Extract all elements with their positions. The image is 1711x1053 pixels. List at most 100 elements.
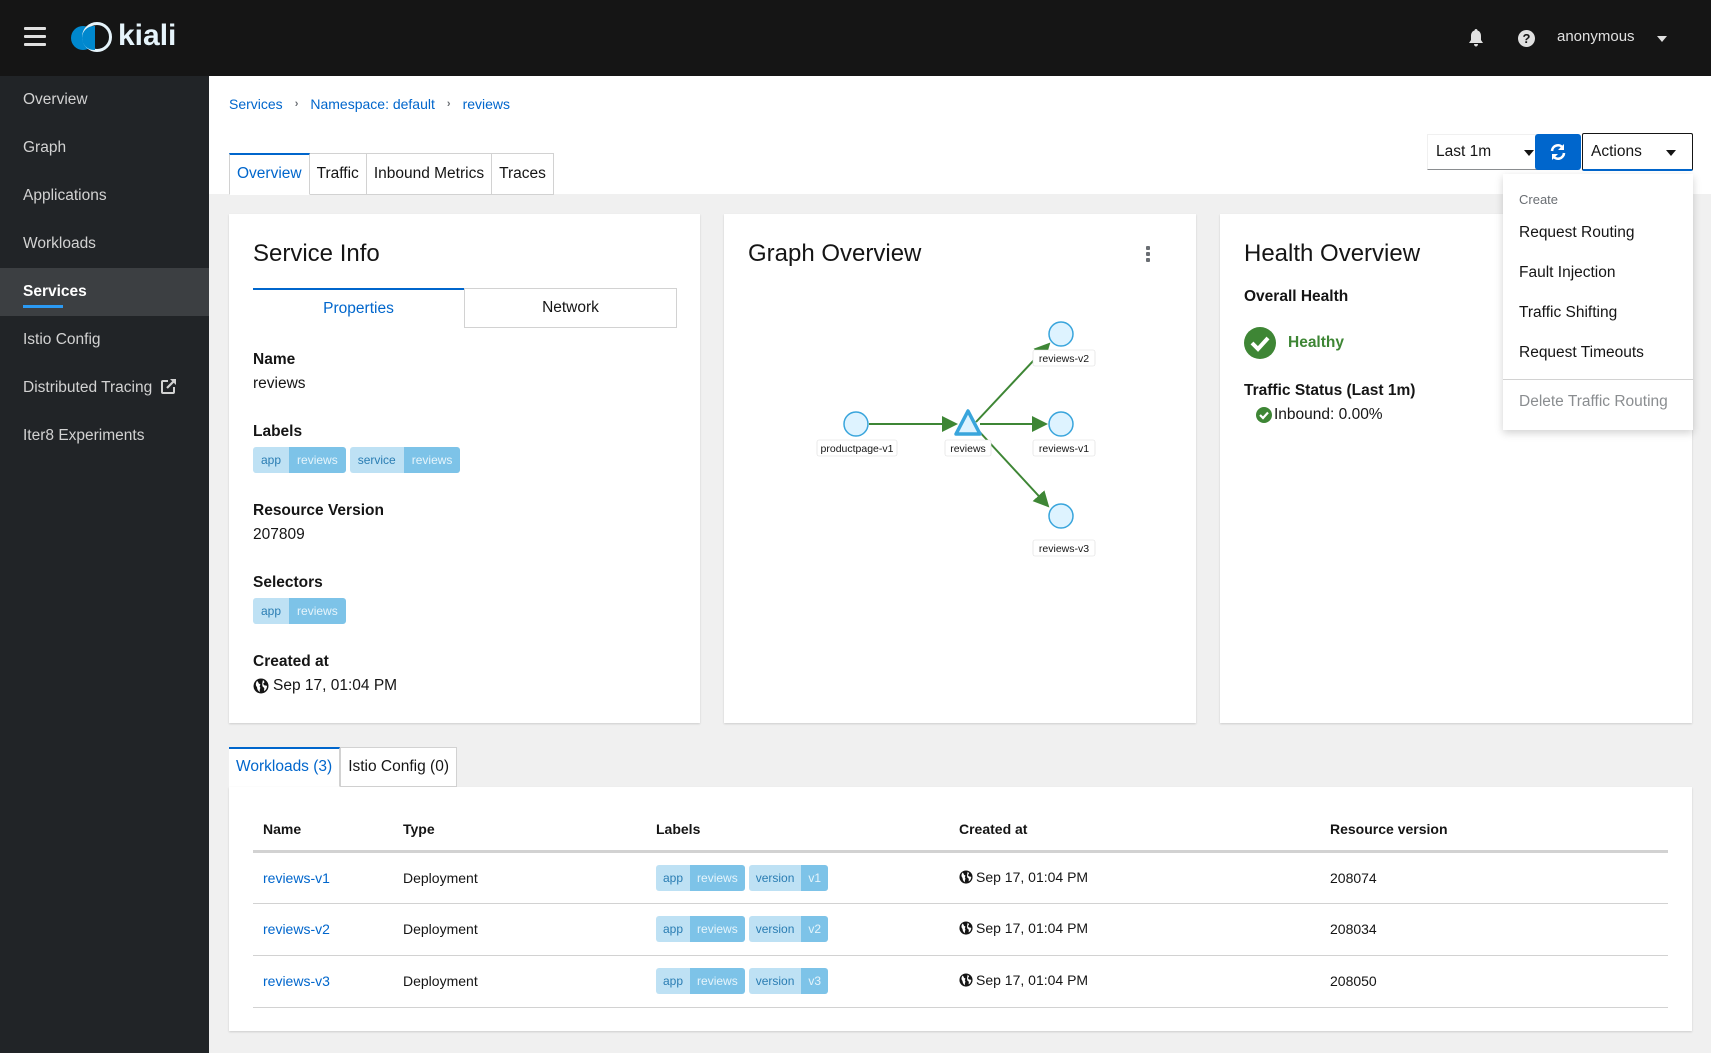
resource-version: 208074 — [1320, 851, 1668, 904]
column-header-name[interactable]: Name — [253, 809, 393, 853]
label-value: reviews — [289, 598, 346, 624]
label-value: v1 — [801, 864, 829, 891]
brand-name: kiali — [118, 19, 177, 52]
chevron-right-icon: › — [446, 98, 451, 110]
sidebar-item-iter8-experiments[interactable]: Iter8 Experiments — [0, 412, 209, 460]
breadcrumb-services[interactable]: Services — [229, 96, 283, 112]
service-graph[interactable]: productpage-v1 reviews reviews-v1 review… — [724, 274, 1196, 674]
table-row: reviews-v3 Deployment app reviews version v… — [253, 955, 1668, 1008]
field-label: Selectors — [253, 574, 323, 591]
sidebar-item-workloads[interactable]: Workloads — [0, 220, 209, 268]
label-key: app — [253, 447, 290, 473]
field-label: Name — [253, 351, 296, 368]
external-link-icon — [160, 377, 177, 394]
workload-type: Deployment — [393, 851, 646, 904]
sidebar-item-distributed-tracing[interactable]: Distributed Tracing — [0, 364, 209, 412]
label-key: app — [656, 864, 691, 891]
created-at: Sep 17, 01:04 PM — [976, 972, 1089, 988]
kebab-menu-icon[interactable] — [1144, 244, 1152, 264]
graph-node-reviews-v1[interactable] — [1048, 411, 1074, 437]
time-range-select[interactable]: Last 1m — [1427, 134, 1551, 170]
service-info-tabs: Properties Network — [253, 288, 677, 328]
sidebar: Overview Graph Applications Workloads Se… — [0, 76, 209, 1053]
label-badge: app reviews — [656, 968, 745, 994]
overall-health-label: Overall Health — [1244, 288, 1349, 305]
globe-icon — [253, 678, 269, 694]
menu-item-request-timeouts[interactable]: Request Timeouts — [1503, 333, 1693, 373]
caret-down-icon — [1666, 150, 1676, 156]
labels-field: Labels app reviews service reviews — [253, 423, 464, 473]
menu-item-request-routing[interactable]: Request Routing — [1503, 213, 1693, 253]
workload-link[interactable]: reviews-v2 — [263, 921, 330, 937]
graph-label-text: reviews-v3 — [1039, 543, 1089, 555]
tab-traffic[interactable]: Traffic — [309, 153, 367, 195]
menu-group-create: Create — [1519, 192, 1559, 207]
user-menu[interactable]: anonymous — [1557, 28, 1635, 45]
workload-type: Deployment — [393, 903, 646, 956]
field-value: Sep 17, 01:04 PM — [273, 677, 398, 694]
selectors-field: Selectors app reviews — [253, 574, 350, 624]
label-value: reviews — [690, 916, 745, 942]
breadcrumb-namespace[interactable]: Namespace: default — [310, 96, 435, 112]
workloads-table: Name Type Labels Created at Resource ver… — [253, 809, 1668, 1008]
tab-inbound-metrics[interactable]: Inbound Metrics — [366, 153, 493, 195]
resource-version: 208034 — [1320, 903, 1668, 956]
bottom-tabs: Workloads (3) Istio Config (0) — [229, 747, 457, 787]
label-value: reviews — [403, 447, 461, 473]
masthead: kiali ? anonymous — [0, 0, 1711, 76]
graph-node-reviews-service[interactable] — [954, 409, 982, 436]
sidebar-item-applications[interactable]: Applications — [0, 172, 209, 220]
sidebar-item-services[interactable]: Services — [0, 268, 209, 316]
card-title: Graph Overview — [748, 240, 922, 267]
sidebar-item-istio-config[interactable]: Istio Config — [0, 316, 209, 364]
tab-network[interactable]: Network — [464, 288, 677, 328]
tab-properties[interactable]: Properties — [253, 288, 464, 328]
label-badge: app reviews — [656, 864, 745, 891]
workload-link[interactable]: reviews-v1 — [263, 870, 330, 886]
menu-item-fault-injection[interactable]: Fault Injection — [1503, 253, 1693, 293]
column-header-created-at[interactable]: Created at — [949, 809, 1320, 853]
field-label: Created at — [253, 653, 329, 670]
menu-item-traffic-shifting[interactable]: Traffic Shifting — [1503, 293, 1693, 333]
workload-labels: app reviews version v2 — [646, 903, 949, 956]
graph-node-productpage-v1[interactable] — [843, 411, 869, 437]
tab-istio-config[interactable]: Istio Config (0) — [340, 747, 457, 787]
workload-link[interactable]: reviews-v3 — [263, 973, 330, 989]
label-key: version — [748, 864, 802, 891]
help-icon[interactable]: ? — [1518, 30, 1535, 47]
time-range-value: Last 1m — [1436, 143, 1492, 160]
column-header-type[interactable]: Type — [393, 809, 646, 853]
sidebar-item-graph[interactable]: Graph — [0, 124, 209, 172]
inbound-status: Inbound: 0.00% — [1256, 406, 1383, 424]
created-field: Created at Sep 17, 01:04 PM — [253, 653, 397, 695]
bell-icon[interactable] — [1468, 29, 1484, 47]
graph-node-reviews-v3[interactable] — [1048, 503, 1074, 529]
label-key: app — [656, 968, 691, 994]
table-header-row: Name Type Labels Created at Resource ver… — [253, 809, 1668, 853]
user-caret-icon[interactable] — [1657, 36, 1667, 42]
label-value: reviews — [690, 968, 745, 994]
graph-label: reviews-v1 — [1032, 439, 1096, 457]
name-field: Name reviews — [253, 351, 306, 393]
refresh-button[interactable] — [1535, 134, 1581, 170]
tab-overview[interactable]: Overview — [229, 153, 310, 195]
kiali-logo-icon — [70, 20, 116, 54]
column-header-labels[interactable]: Labels — [646, 809, 949, 853]
tab-traces[interactable]: Traces — [492, 153, 554, 195]
created-at: Sep 17, 01:04 PM — [976, 920, 1089, 936]
graph-node-reviews-v2[interactable] — [1048, 321, 1074, 347]
tab-workloads[interactable]: Workloads (3) — [229, 747, 341, 787]
breadcrumb-service[interactable]: reviews — [463, 96, 510, 112]
chevron-right-icon: › — [294, 98, 299, 110]
label-value: v2 — [801, 916, 829, 942]
column-header-resource-version[interactable]: Resource version — [1320, 809, 1668, 853]
selector-badge: app reviews — [253, 598, 346, 624]
actions-dropdown[interactable]: Actions — [1582, 133, 1693, 171]
kiali-logo[interactable]: kiali — [70, 19, 177, 54]
hamburger-menu-icon[interactable] — [24, 27, 46, 47]
table-row: reviews-v1 Deployment app reviews version v… — [253, 851, 1668, 904]
field-value: reviews — [253, 375, 306, 392]
label-badge: app reviews — [253, 447, 346, 473]
actions-label: Actions — [1591, 143, 1642, 160]
sidebar-item-overview[interactable]: Overview — [0, 76, 209, 124]
